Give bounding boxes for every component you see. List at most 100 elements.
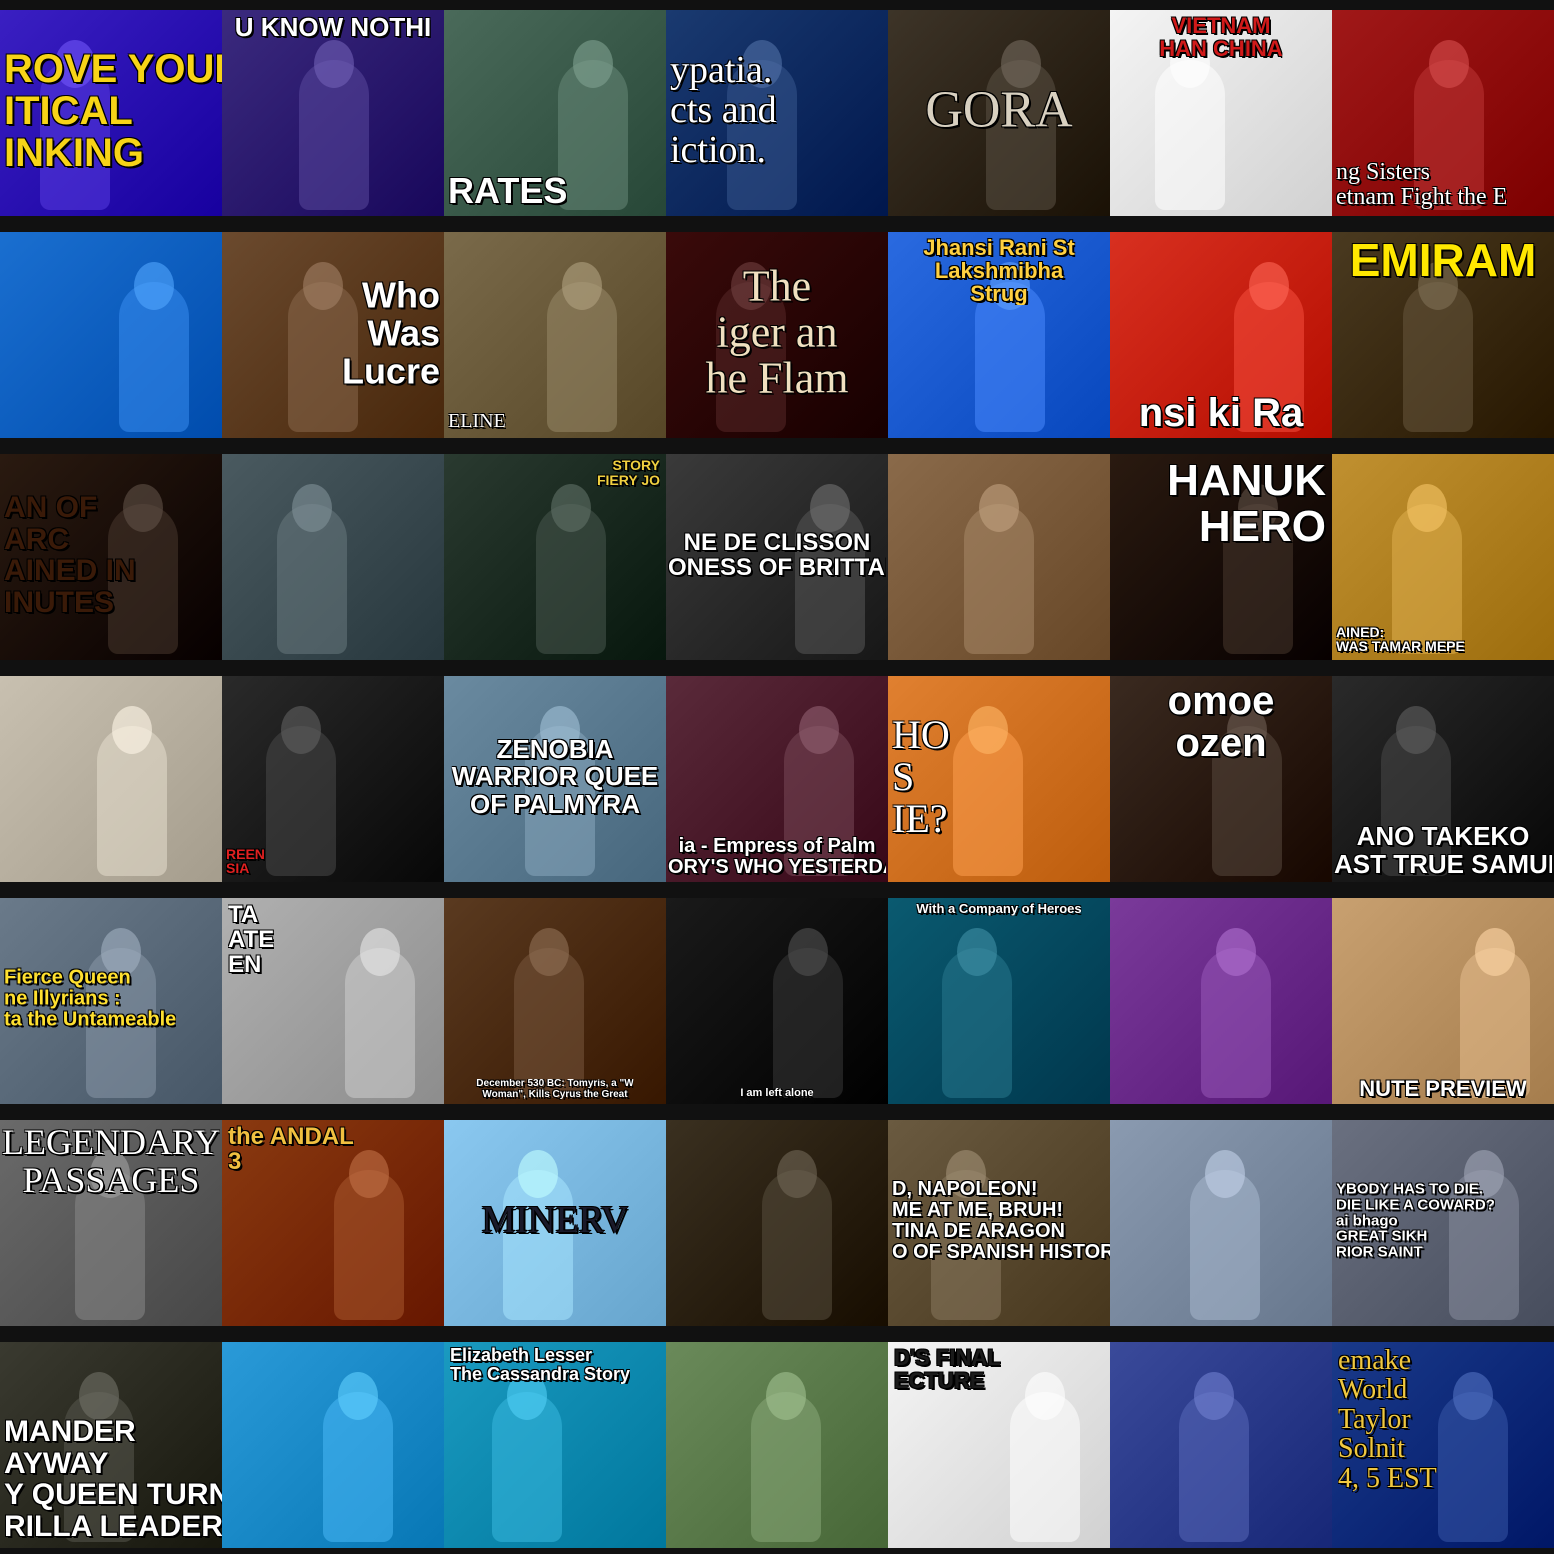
figure-head <box>314 40 354 88</box>
video-thumbnail[interactable]: VIETNAM HAN CHINA <box>1110 0 1332 222</box>
figure-head <box>303 262 343 310</box>
video-thumbnail[interactable] <box>1110 1110 1332 1332</box>
figure-head <box>1475 928 1515 976</box>
figure-head <box>788 928 828 976</box>
thumbnail-title: ROVE YOUR ITICAL INKING <box>4 48 222 174</box>
video-thumbnail[interactable]: The iger an he Flam <box>666 222 888 444</box>
video-thumbnail[interactable]: With a Company of Heroes <box>888 888 1110 1110</box>
thumbnail-title: Elizabeth Lesser The Cassandra Story <box>450 1346 631 1384</box>
video-thumbnail[interactable]: MANDER AYWAY Y QUEEN TURNED RILLA LEADER <box>0 1332 222 1554</box>
figure-head <box>281 706 321 754</box>
figure-head <box>968 706 1008 754</box>
video-thumbnail[interactable]: AINED: WAS TAMAR MEPE <box>1332 444 1554 666</box>
video-thumbnail[interactable] <box>666 1110 888 1332</box>
figure-head <box>979 484 1019 532</box>
video-thumbnail[interactable]: STORY FIERY JO <box>444 444 666 666</box>
figure-head <box>766 1372 806 1420</box>
thumbnail-title: RATES <box>448 172 568 210</box>
figure-head <box>562 262 602 310</box>
video-thumbnail[interactable]: U KNOW NOTHI <box>222 0 444 222</box>
figure-head <box>1453 1372 1493 1420</box>
thumbnail-title: ZENOBIA WARRIOR QUEE OF PALMYRA <box>451 736 659 818</box>
video-thumbnail[interactable]: NE DE CLISSON ONESS OF BRITTANY <box>666 444 888 666</box>
thumbnail-title: LEGENDARY PASSAGES <box>2 1124 220 1200</box>
thumbnail-title: ia - Empress of Palm ORY'S WHO YESTERDAY… <box>668 836 886 878</box>
figure-head <box>529 928 569 976</box>
figure-head <box>1429 40 1469 88</box>
video-thumbnail[interactable]: D, NAPOLEON! ME AT ME, BRUH! TINA DE ARA… <box>888 1110 1110 1332</box>
video-thumbnail[interactable]: Elizabeth Lesser The Cassandra Story <box>444 1332 666 1554</box>
thumbnail-title: ELINE <box>448 411 506 432</box>
video-thumbnail[interactable]: LEGENDARY PASSAGES <box>0 1110 222 1332</box>
video-thumbnail[interactable]: Who Was Lucre <box>222 222 444 444</box>
video-thumbnail[interactable]: HANUK HERO <box>1110 444 1332 666</box>
thumbnail-title: YBODY HAS TO DIE. DIE LIKE A COWARD? ai … <box>1336 1181 1495 1261</box>
video-thumbnail[interactable] <box>222 444 444 666</box>
figure-head <box>1249 262 1289 310</box>
video-thumbnail[interactable]: GORA <box>888 0 1110 222</box>
figure-head <box>1205 1150 1245 1198</box>
figure-head <box>360 928 400 976</box>
figure-head <box>1407 484 1447 532</box>
figure-head <box>518 1150 558 1198</box>
thumbnail-title: D'S FINAL ECTURE <box>894 1346 1001 1393</box>
video-thumbnail[interactable]: nsi ki Ra <box>1110 222 1332 444</box>
thumbnail-title: With a Company of Heroes <box>916 902 1082 916</box>
video-thumbnail[interactable]: AN OF ARC AINED IN INUTES <box>0 444 222 666</box>
video-thumbnail[interactable] <box>0 222 222 444</box>
thumbnail-title: MINERV <box>481 1201 629 1241</box>
video-thumbnail[interactable]: emake World Taylor Solnit 4, 5 EST <box>1332 1332 1554 1554</box>
thumbnail-title: Jhansi Rani St Lakshmibha Strug <box>923 236 1075 306</box>
video-thumbnail[interactable]: the ANDAL 3 <box>222 1110 444 1332</box>
video-thumbnail[interactable] <box>1110 888 1332 1110</box>
video-thumbnail[interactable]: omoe ozen <box>1110 666 1332 888</box>
figure-head <box>79 1372 119 1420</box>
video-thumbnail[interactable]: December 530 BC: Tomyris, a "W Woman", K… <box>444 888 666 1110</box>
thumbnail-title: Who Was Lucre <box>341 276 440 390</box>
video-thumbnail[interactable]: D'S FINAL ECTURE <box>888 1332 1110 1554</box>
thumbnail-title: STORY FIERY JO <box>596 458 660 488</box>
figure-head <box>810 484 850 532</box>
video-thumbnail[interactable]: RATES <box>444 0 666 222</box>
thumbnail-title: HO S IE? <box>892 714 950 840</box>
video-thumbnail[interactable]: ZENOBIA WARRIOR QUEE OF PALMYRA <box>444 666 666 888</box>
thumbnail-title: the ANDAL 3 <box>228 1124 354 1175</box>
video-thumbnail[interactable]: REEN SIA <box>222 666 444 888</box>
thumbnail-title: ANO TAKEKO AST TRUE SAMURAI <box>1334 823 1552 878</box>
thumbnail-grid: ROVE YOUR ITICAL INKING U KNOW NOTHI RATES… <box>0 0 1554 1554</box>
video-thumbnail[interactable]: YBODY HAS TO DIE. DIE LIKE A COWARD? ai … <box>1332 1110 1554 1332</box>
video-thumbnail[interactable]: Jhansi Rani St Lakshmibha Strug <box>888 222 1110 444</box>
thumbnail-title: U KNOW NOTHI <box>234 14 432 42</box>
thumbnail-title: GORA <box>925 83 1073 139</box>
thumbnail-title: December 530 BC: Tomyris, a "W Woman", K… <box>476 1079 634 1100</box>
video-thumbnail[interactable]: I am left alone <box>666 888 888 1110</box>
video-thumbnail[interactable] <box>0 666 222 888</box>
thumbnail-title: D, NAPOLEON! ME AT ME, BRUH! TINA DE ARA… <box>892 1179 1110 1263</box>
video-thumbnail[interactable]: TA ATE EN <box>222 888 444 1110</box>
video-thumbnail[interactable]: Fierce Queen ne Illyrians : ta the Untam… <box>0 888 222 1110</box>
thumbnail-title: I am left alone <box>740 1088 814 1100</box>
thumbnail-title: emake World Taylor Solnit 4, 5 EST <box>1338 1346 1437 1493</box>
thumbnail-title: AN OF ARC AINED IN INUTES <box>4 492 136 618</box>
thumbnail-title: Fierce Queen ne Illyrians : ta the Untam… <box>4 967 177 1031</box>
video-thumbnail[interactable]: NUTE PREVIEW <box>1332 888 1554 1110</box>
figure-head <box>1216 928 1256 976</box>
thumbnail-title: nsi ki Ra <box>1138 392 1304 434</box>
figure-head <box>292 484 332 532</box>
video-thumbnail[interactable]: HO S IE? <box>888 666 1110 888</box>
video-thumbnail[interactable] <box>666 1332 888 1554</box>
video-thumbnail[interactable] <box>222 1332 444 1554</box>
video-thumbnail[interactable] <box>1110 1332 1332 1554</box>
video-thumbnail[interactable]: EMIRAM <box>1332 222 1554 444</box>
video-thumbnail[interactable]: MINERV <box>444 1110 666 1332</box>
figure-head <box>799 706 839 754</box>
thumbnail-title: NE DE CLISSON ONESS OF BRITTANY <box>668 529 886 581</box>
video-thumbnail[interactable]: ypatia. cts and iction. <box>666 0 888 222</box>
thumbnail-title: HANUK HERO <box>1167 458 1326 551</box>
video-thumbnail[interactable]: ng Sisters etnam Fight the E <box>1332 0 1554 222</box>
video-thumbnail[interactable] <box>888 444 1110 666</box>
video-thumbnail[interactable]: ROVE YOUR ITICAL INKING <box>0 0 222 222</box>
video-thumbnail[interactable]: ELINE <box>444 222 666 444</box>
video-thumbnail[interactable]: ANO TAKEKO AST TRUE SAMURAI <box>1332 666 1554 888</box>
video-thumbnail[interactable]: ia - Empress of Palm ORY'S WHO YESTERDAY… <box>666 666 888 888</box>
